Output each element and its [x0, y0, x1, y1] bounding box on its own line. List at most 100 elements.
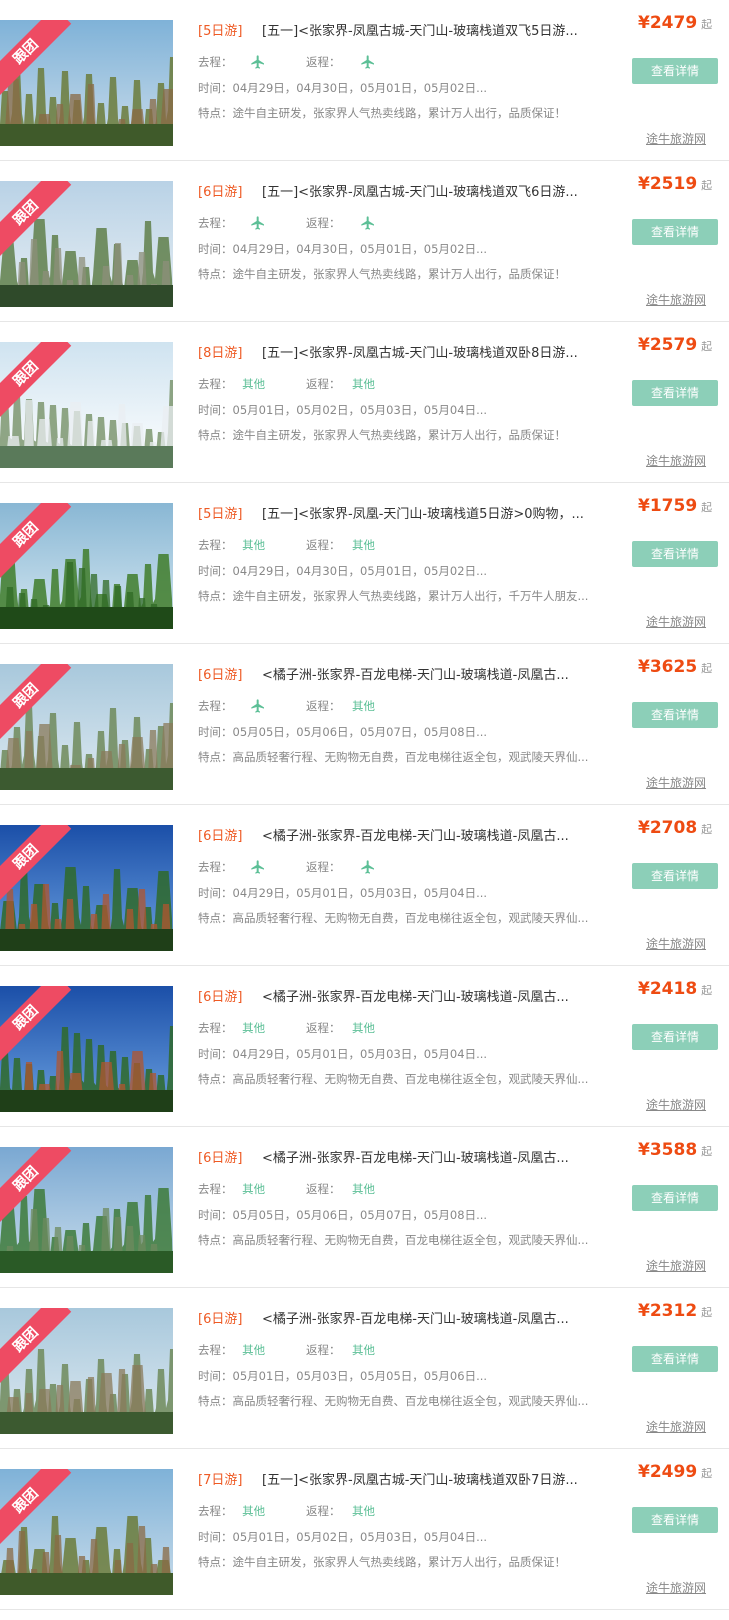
time-label: 时间：	[198, 1530, 233, 1544]
source-link[interactable]: 途牛旅游网	[646, 935, 706, 952]
source-link[interactable]: 途牛旅游网	[646, 1096, 706, 1113]
feature-value: 高品质轻奢行程、无购物无自费，百龙电梯往返全包，观武陵天界仙...	[232, 1233, 589, 1247]
feature-value: 途牛自主研发，张家界人气热卖线路，累计万人出行，品质保证！	[232, 428, 567, 442]
time-label: 时间：	[198, 242, 233, 256]
product-title[interactable]: [五一]<张家界-凤凰古城-天门山-玻璃栈道双卧7日游...	[262, 1469, 606, 1488]
feature-label: 特点：	[198, 1394, 233, 1408]
duration-tag: [7日游]	[198, 1473, 243, 1488]
time-row: 时间：05月05日，05月06日，05月07日，05月08日...	[198, 724, 608, 740]
go-label: 去程：	[198, 699, 233, 713]
view-details-button[interactable]: 查看详情	[632, 541, 718, 567]
price-currency: ¥	[638, 1301, 650, 1321]
product-title[interactable]: <橘子洲-张家界-百龙电梯-天门山-玻璃栈道-凤凰古...	[262, 664, 606, 683]
view-details-button[interactable]: 查看详情	[632, 1507, 718, 1533]
feature-row: 特点：高品质轻奢行程、无购物无自费，百龙电梯往返全包，观武陵天界仙...	[198, 749, 608, 765]
plane-icon	[360, 54, 376, 70]
view-details-button[interactable]: 查看详情	[632, 1185, 718, 1211]
return-label: 返程：	[306, 377, 341, 391]
price-currency: ¥	[638, 1140, 650, 1160]
view-details-button[interactable]: 查看详情	[632, 380, 718, 406]
transport-row: 去程： 其他 返程： 其他	[198, 1181, 375, 1197]
product-title[interactable]: <橘子洲-张家界-百龙电梯-天门山-玻璃栈道-凤凰古...	[262, 1147, 606, 1166]
time-label: 时间：	[198, 403, 233, 417]
time-label: 时间：	[198, 1047, 233, 1061]
price-value: 2312	[649, 1301, 698, 1321]
time-value: 04月29日，04月30日，05月01日，05月02日...	[232, 242, 488, 256]
feature-row: 特点：途牛自主研发，张家界人气热卖线路，累计万人出行，品质保证！	[198, 427, 608, 443]
price: ¥3625 起	[638, 657, 712, 677]
source-link[interactable]: 途牛旅游网	[646, 613, 706, 630]
product-thumbnail[interactable]: 跟团	[0, 664, 173, 790]
source-link[interactable]: 途牛旅游网	[646, 774, 706, 791]
go-transport: 其他	[236, 1504, 265, 1518]
product-title[interactable]: <橘子洲-张家界-百龙电梯-天门山-玻璃栈道-凤凰古...	[262, 986, 606, 1005]
plane-icon	[360, 215, 376, 231]
product-thumbnail[interactable]: 跟团	[0, 1469, 173, 1595]
product-thumbnail[interactable]: 跟团	[0, 503, 173, 629]
time-value: 05月01日，05月02日，05月03日，05月04日...	[232, 1530, 488, 1544]
source-link[interactable]: 途牛旅游网	[646, 1418, 706, 1435]
product-title[interactable]: [五一]<张家界-凤凰古城-天门山-玻璃栈道双飞6日游...	[262, 181, 606, 200]
source-link[interactable]: 途牛旅游网	[646, 291, 706, 308]
time-row: 时间：05月01日，05月03日，05月05日，05月06日...	[198, 1368, 608, 1384]
price-suffix: 起	[701, 1145, 713, 1158]
transport-text: 其他	[352, 1021, 375, 1035]
transport-text: 其他	[352, 538, 375, 552]
transport-text: 其他	[352, 1504, 375, 1518]
feature-row: 特点：高品质轻奢行程、无购物无自费，百龙电梯往返全包，观武陵天界仙...	[198, 1232, 608, 1248]
product-thumbnail[interactable]: 跟团	[0, 1147, 173, 1273]
time-value: 05月05日，05月06日，05月07日，05月08日...	[232, 1208, 488, 1222]
view-details-button[interactable]: 查看详情	[632, 1024, 718, 1050]
time-label: 时间：	[198, 81, 233, 95]
view-details-button[interactable]: 查看详情	[632, 863, 718, 889]
transport-row: 去程： 其他 返程： 其他	[198, 537, 375, 553]
view-details-button[interactable]: 查看详情	[632, 58, 718, 84]
product-title[interactable]: [五一]<张家界-凤凰古城-天门山-玻璃栈道双卧8日游...	[262, 342, 606, 361]
feature-label: 特点：	[198, 1072, 233, 1086]
product-title[interactable]: [五一]<张家界-凤凰-天门山-玻璃栈道5日游>0购物，...	[262, 503, 606, 522]
source-link[interactable]: 途牛旅游网	[646, 452, 706, 469]
product-title[interactable]: [五一]<张家界-凤凰古城-天门山-玻璃栈道双飞5日游...	[262, 20, 606, 39]
source-link[interactable]: 途牛旅游网	[646, 1257, 706, 1274]
list-item: 跟团 [6日游] [五一]<张家界-凤凰古城-天门山-玻璃栈道双飞6日游... …	[0, 161, 729, 322]
price-suffix: 起	[701, 1467, 713, 1480]
product-thumbnail[interactable]: 跟团	[0, 986, 173, 1112]
price-currency: ¥	[638, 1462, 650, 1482]
duration-tag: [6日游]	[198, 829, 243, 844]
price-currency: ¥	[638, 657, 650, 677]
price: ¥3588 起	[638, 1140, 712, 1160]
feature-row: 特点：高品质轻奢行程、无购物无自费、百龙电梯往返全包，观武陵天界仙...	[198, 1393, 608, 1409]
return-label: 返程：	[306, 216, 341, 230]
view-details-button[interactable]: 查看详情	[632, 1346, 718, 1372]
return-label: 返程：	[306, 538, 341, 552]
feature-row: 特点：高品质轻奢行程、无购物无自费、百龙电梯往返全包，观武陵天界仙...	[198, 1071, 608, 1087]
product-list: 跟团 [5日游] [五一]<张家界-凤凰古城-天门山-玻璃栈道双飞5日游... …	[0, 0, 729, 1610]
feature-row: 特点：途牛自主研发，张家界人气热卖线路，累计万人出行，千万牛人朋友...	[198, 588, 608, 604]
product-thumbnail[interactable]: 跟团	[0, 1308, 173, 1434]
product-title[interactable]: <橘子洲-张家界-百龙电梯-天门山-玻璃栈道-凤凰古...	[262, 1308, 606, 1327]
time-label: 时间：	[198, 725, 233, 739]
view-details-button[interactable]: 查看详情	[632, 219, 718, 245]
time-row: 时间：05月05日，05月06日，05月07日，05月08日...	[198, 1207, 608, 1223]
product-thumbnail[interactable]: 跟团	[0, 825, 173, 951]
source-link[interactable]: 途牛旅游网	[646, 130, 706, 147]
product-thumbnail[interactable]: 跟团	[0, 181, 173, 307]
price-currency: ¥	[638, 979, 650, 999]
price-suffix: 起	[701, 1306, 713, 1319]
product-thumbnail[interactable]: 跟团	[0, 342, 173, 468]
duration-tag: [6日游]	[198, 1312, 243, 1327]
price: ¥2519 起	[638, 174, 712, 194]
product-title[interactable]: <橘子洲-张家界-百龙电梯-天门山-玻璃栈道-凤凰古...	[262, 825, 606, 844]
feature-value: 高品质轻奢行程、无购物无自费，百龙电梯往返全包，观武陵天界仙...	[232, 750, 589, 764]
source-link[interactable]: 途牛旅游网	[646, 1579, 706, 1596]
price-suffix: 起	[701, 340, 713, 353]
feature-value: 途牛自主研发，张家界人气热卖线路，累计万人出行，品质保证！	[232, 1555, 567, 1569]
go-transport	[236, 699, 266, 713]
price-currency: ¥	[638, 174, 650, 194]
time-value: 04月29日，05月01日，05月03日，05月04日...	[232, 886, 488, 900]
view-details-button[interactable]: 查看详情	[632, 702, 718, 728]
time-row: 时间：05月01日，05月02日，05月03日，05月04日...	[198, 1529, 608, 1545]
product-thumbnail[interactable]: 跟团	[0, 20, 173, 146]
feature-label: 特点：	[198, 428, 233, 442]
return-transport: 其他	[346, 537, 375, 553]
